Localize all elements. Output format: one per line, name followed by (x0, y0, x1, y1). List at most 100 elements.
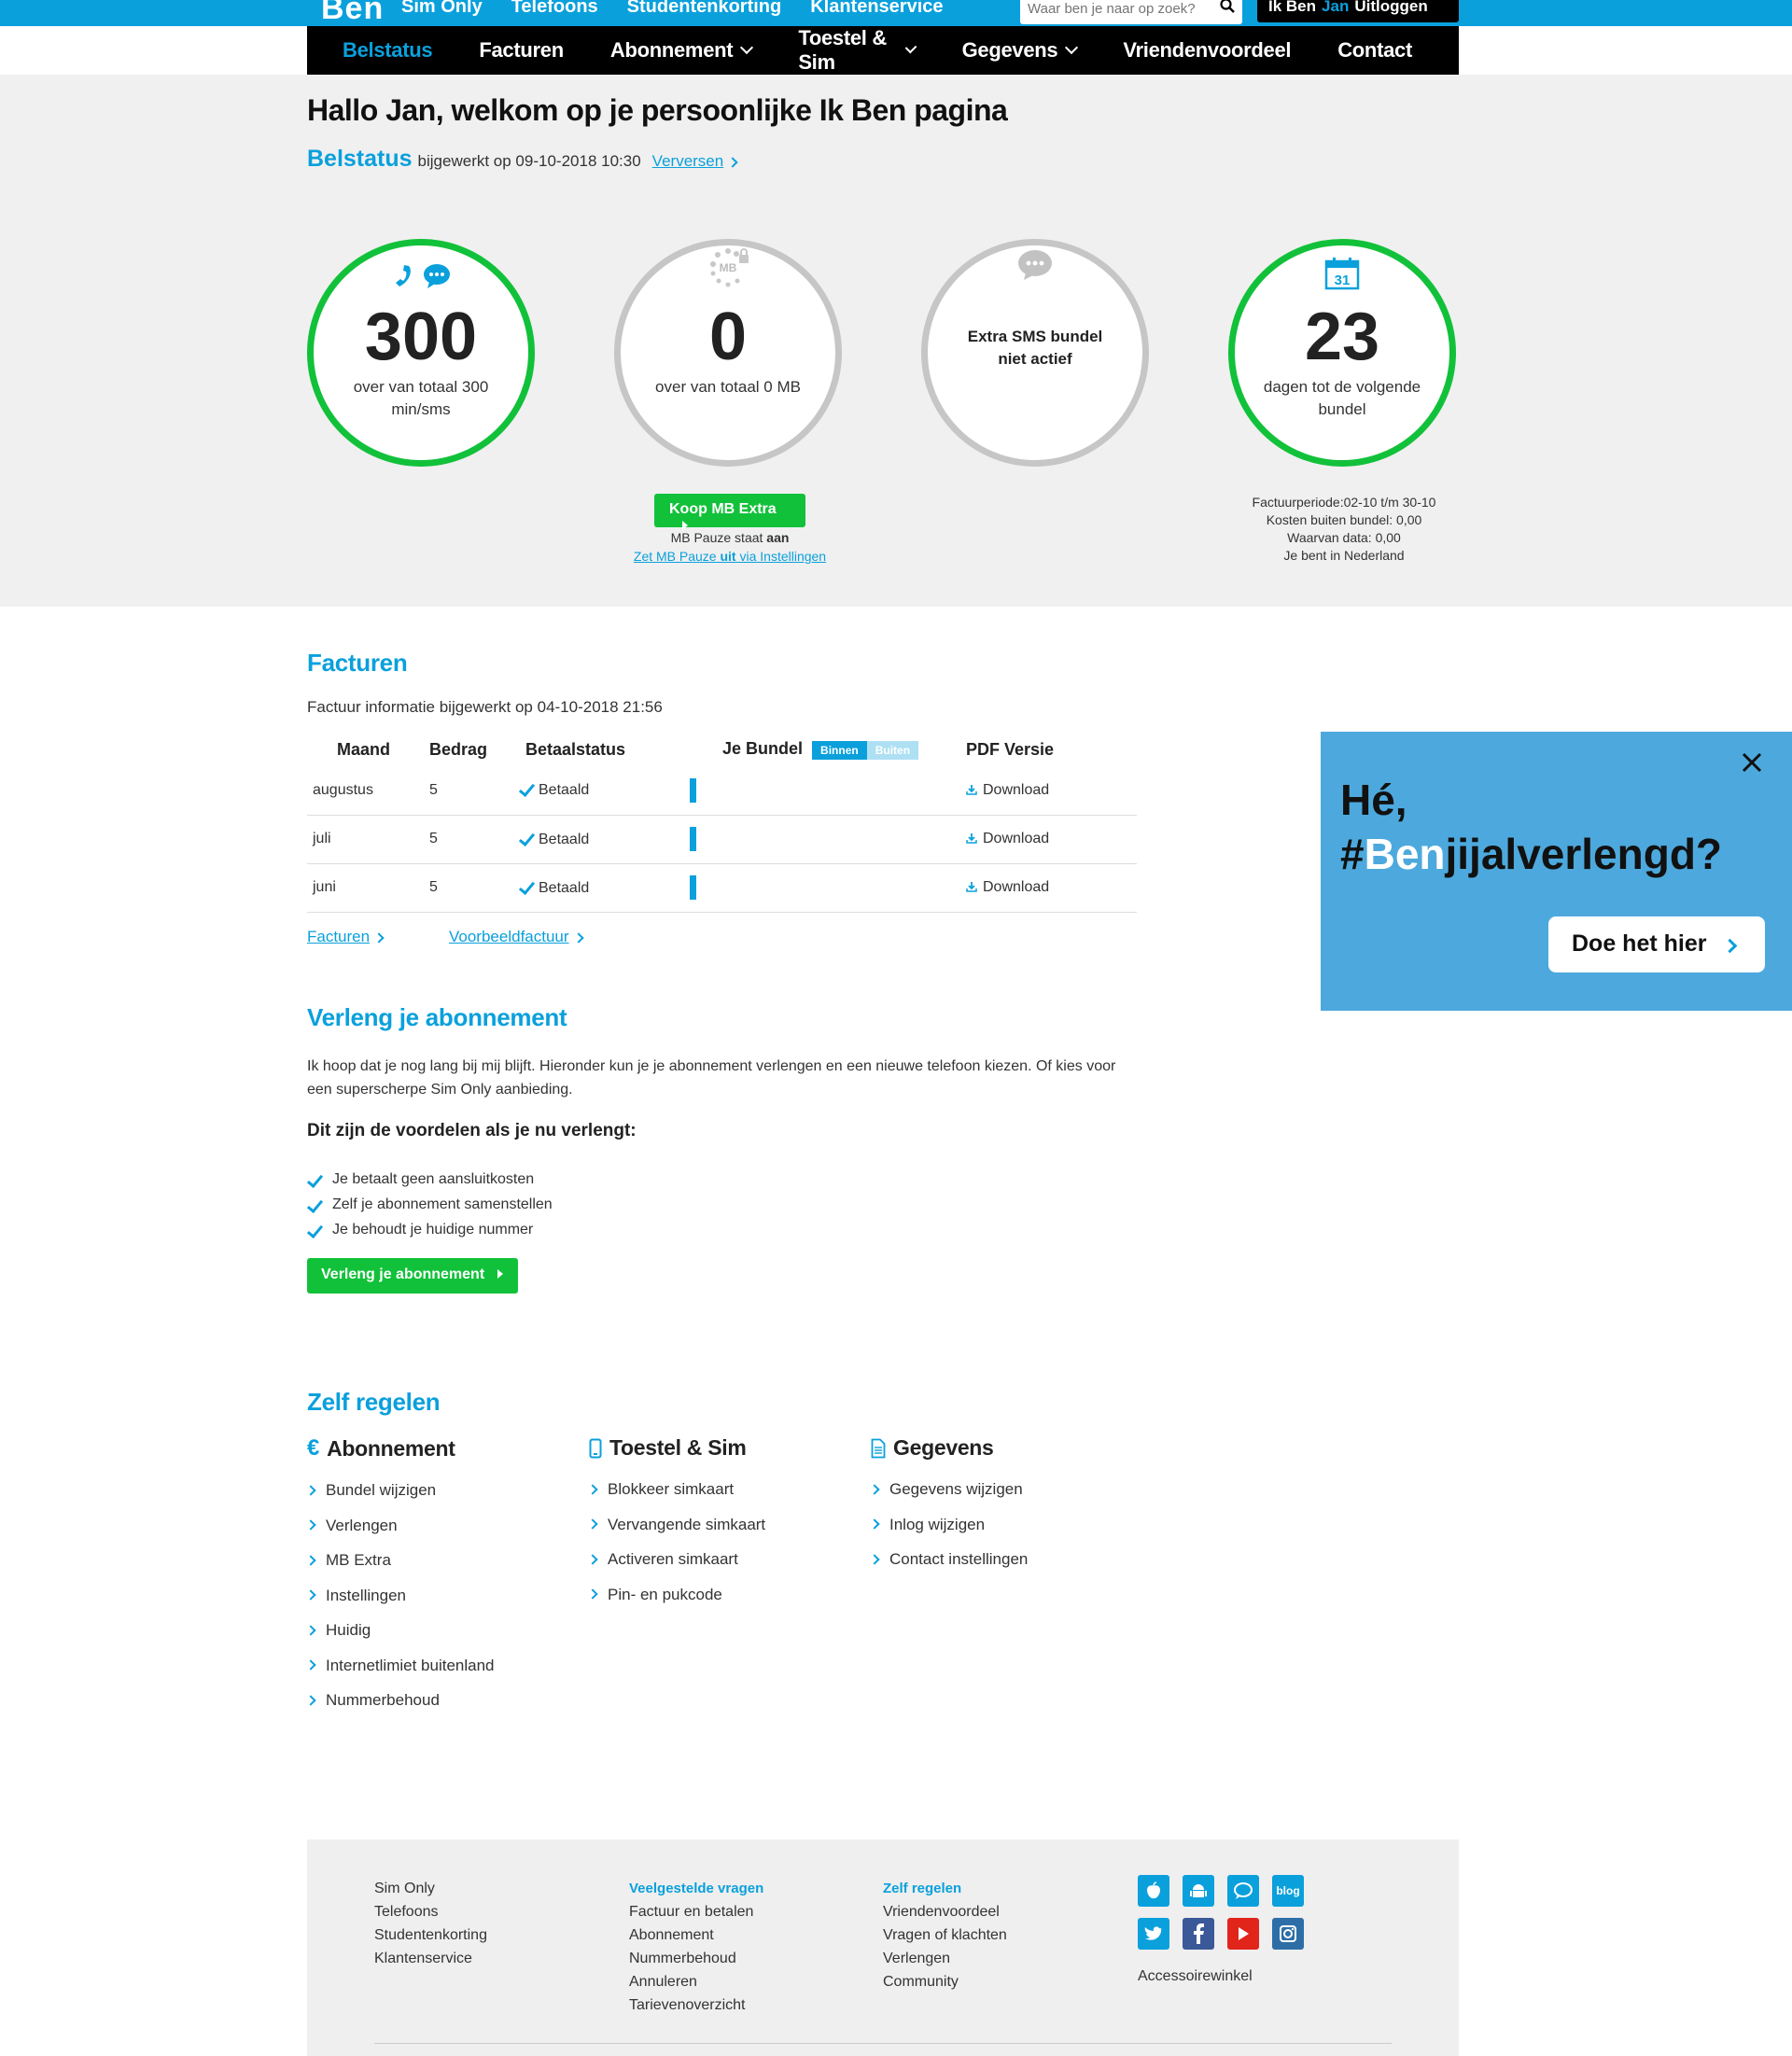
chevron-right-icon (373, 932, 385, 944)
check-icon (306, 1221, 324, 1238)
zr-link-gegevens-wijzigen[interactable]: Gegevens wijzigen (869, 1472, 1028, 1507)
zr-link-pin-pukcode[interactable]: Pin- en pukcode (587, 1577, 765, 1613)
zr-link-blokkeer-simkaart[interactable]: Blokkeer simkaart (587, 1472, 765, 1507)
top-nav-sim-only[interactable]: Sim Only (401, 0, 483, 18)
zr-link-contact-instellingen[interactable]: Contact instellingen (869, 1542, 1028, 1577)
zr-link-mb-extra[interactable]: MB Extra (305, 1543, 495, 1578)
nav-facturen[interactable]: Facturen (479, 38, 564, 63)
download-icon (966, 784, 977, 795)
footer-link[interactable]: Nummerbehoud (629, 1947, 763, 1970)
apple-icon[interactable] (1138, 1875, 1169, 1907)
login-area: Ik Ben Jan Uitloggen (1257, 0, 1459, 22)
zr-gegevens-title: Gegevens (893, 1435, 994, 1460)
buy-mb-extra-button[interactable]: Koop MB Extra (654, 494, 805, 530)
footer-link[interactable]: Studentenkorting (374, 1923, 487, 1947)
footer-link[interactable]: Community (883, 1970, 1007, 1993)
footer-col-main: Sim Only Telefoons Studentenkorting Klan… (374, 1877, 487, 1970)
promo-line2: #Benjijalverlengd? (1340, 827, 1722, 881)
instagram-icon[interactable] (1272, 1918, 1304, 1950)
download-label: Download (983, 781, 1050, 798)
nav-gegevens-label: Gegevens (961, 38, 1058, 62)
nav-toestel-sim-label: Toestel & Sim (798, 26, 888, 74)
footer-link[interactable]: Annuleren (629, 1970, 763, 1993)
footer-link[interactable]: Vriendenvoordeel (883, 1900, 1007, 1923)
footer-link[interactable]: Tarievenoverzicht (629, 1993, 763, 2017)
zr-link-vervangende-simkaart[interactable]: Vervangende simkaart (587, 1507, 765, 1543)
location-status: Je bent in Nederland (1283, 548, 1405, 563)
android-icon[interactable] (1183, 1875, 1214, 1907)
promo-cta-button[interactable]: Doe het hier (1548, 916, 1765, 972)
search-input[interactable] (1020, 0, 1207, 22)
zr-link-label: Blokkeer simkaart (608, 1480, 735, 1498)
zr-link-activeren-simkaart[interactable]: Activeren simkaart (587, 1542, 765, 1577)
nav-abonnement[interactable]: Abonnement (609, 38, 754, 63)
nav-abonnement-label: Abonnement (609, 38, 734, 62)
zr-abonnement-title: Abonnement (327, 1435, 455, 1461)
footer-link[interactable]: Verlengen (883, 1947, 1007, 1970)
nav-toestel-sim[interactable]: Toestel & Sim (798, 26, 917, 75)
login-name[interactable]: Jan (1322, 0, 1349, 15)
voorbeeldfactuur-link[interactable]: Voorbeeldfactuur (449, 928, 569, 945)
close-icon[interactable] (1740, 750, 1764, 775)
chevron-right-icon (305, 1555, 316, 1566)
top-bar: Ben Sim Only Telefoons Studentenkorting … (0, 0, 1792, 26)
zr-link-nummerbehoud[interactable]: Nummerbehoud (305, 1683, 495, 1718)
col-maand: Maand (337, 739, 391, 759)
facturen-link[interactable]: Facturen (307, 928, 370, 945)
nav-vriendenvoordeel[interactable]: Vriendenvoordeel (1123, 38, 1291, 63)
logout-link[interactable]: Uitloggen (1354, 0, 1427, 15)
zr-link-verlengen[interactable]: Verlengen (305, 1508, 495, 1544)
accessoire-link[interactable]: Accessoirewinkel (1138, 1968, 1253, 1985)
chevron-right-icon (869, 1518, 880, 1530)
zr-link-internetlimiet[interactable]: Internetlimiet buitenland (305, 1648, 495, 1684)
youtube-icon[interactable] (1227, 1918, 1259, 1950)
zr-link-instellingen[interactable]: Instellingen (305, 1578, 495, 1614)
zr-toestel-title: Toestel & Sim (609, 1435, 747, 1460)
footer-link[interactable]: Sim Only (374, 1877, 487, 1900)
chevron-right-icon (727, 157, 738, 168)
footer-link[interactable]: Klantenservice (374, 1947, 487, 1970)
footer-zelf-regelen-title[interactable]: Zelf regelen (883, 1877, 1007, 1900)
verleng-button[interactable]: Verleng je abonnement (307, 1258, 518, 1294)
download-link[interactable]: Download (966, 879, 1049, 895)
row-pdf: Download (966, 766, 1137, 816)
zr-link-huidig[interactable]: Huidig (305, 1613, 495, 1648)
minutes-sms-circle: 300 over van totaal 300 min/sms (307, 239, 535, 467)
circle-icons (314, 245, 528, 298)
download-label: Download (983, 879, 1050, 895)
download-link[interactable]: Download (966, 831, 1049, 846)
belstatus-section: Hallo Jan, welkom op je persoonlijke Ik … (0, 75, 1792, 607)
zr-link-bundel-wijzigen[interactable]: Bundel wijzigen (305, 1473, 495, 1508)
community-icon[interactable] (1227, 1875, 1259, 1907)
search-icon[interactable] (1220, 0, 1235, 13)
top-nav-studentenkorting[interactable]: Studentenkorting (627, 0, 782, 18)
chevron-right-icon (572, 932, 584, 944)
download-link[interactable]: Download (966, 782, 1049, 798)
blog-icon[interactable]: blog (1272, 1875, 1304, 1907)
top-nav-telefoons[interactable]: Telefoons (511, 0, 598, 18)
nav-gegevens[interactable]: Gegevens (961, 38, 1079, 63)
footer-faq-title[interactable]: Veelgestelde vragen (629, 1877, 763, 1900)
voordeel-text: Zelf je abonnement samenstellen (332, 1196, 553, 1212)
download-icon (966, 833, 977, 844)
zelf-regelen-toestel-sim: Toestel & Sim Blokkeer simkaart Vervange… (587, 1435, 765, 1613)
footer-link[interactable]: Telefoons (374, 1900, 487, 1923)
footer-link[interactable]: Factuur en betalen (629, 1900, 763, 1923)
facebook-icon[interactable] (1183, 1918, 1214, 1950)
zr-link-inlog-wijzigen[interactable]: Inlog wijzigen (869, 1507, 1028, 1543)
blog-label: blog (1276, 1884, 1300, 1897)
promo-cta-label: Doe het hier (1572, 930, 1707, 957)
nav-belstatus[interactable]: Belstatus (343, 38, 433, 63)
footer-link[interactable]: Vragen of klachten (883, 1923, 1007, 1947)
mb-pause-link[interactable]: Zet MB Pauze uit via Instellingen (634, 549, 826, 564)
footer-divider (374, 2043, 1392, 2044)
footer-link[interactable]: Abonnement (629, 1923, 763, 1947)
ben-logo[interactable]: Ben (321, 0, 384, 27)
twitter-icon[interactable] (1138, 1918, 1169, 1950)
days-value: 23 (1304, 300, 1380, 374)
top-nav-klantenservice[interactable]: Klantenservice (810, 0, 943, 18)
nav-contact[interactable]: Contact (1337, 38, 1412, 63)
col-betaalstatus: Betaalstatus (525, 739, 626, 759)
refresh-link[interactable]: Verversen (652, 152, 724, 171)
row-bedrag: 5 (429, 815, 523, 864)
